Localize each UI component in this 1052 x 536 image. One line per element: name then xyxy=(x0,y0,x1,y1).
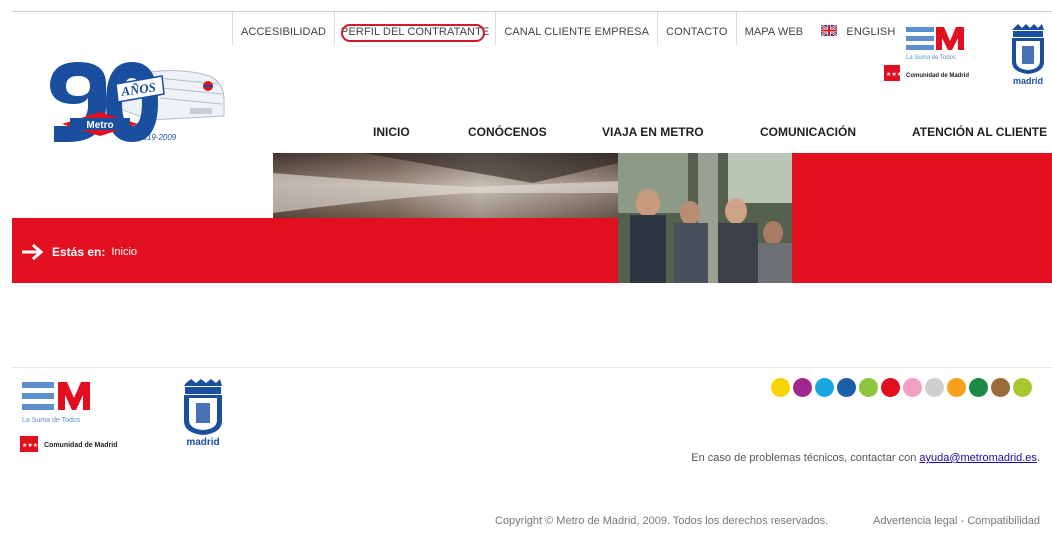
comunidad-madrid-logo[interactable]: La Suma de Todos ★★★ Comunidad de Madrid xyxy=(882,23,982,83)
line-color-dot[interactable] xyxy=(1013,378,1032,397)
tunnel-train-photo xyxy=(273,153,618,218)
uk-flag-icon xyxy=(821,25,838,36)
line-color-dot[interactable] xyxy=(925,378,944,397)
cm-name: Comunidad de Madrid xyxy=(906,73,969,79)
footer-cm-name: Comunidad de Madrid xyxy=(44,442,118,449)
line-color-dot[interactable] xyxy=(881,378,900,397)
line-color-dot[interactable] xyxy=(947,378,966,397)
footer-comunidad-madrid-logo[interactable]: La Suma de Todos ★★★ Comunidad de Madrid xyxy=(18,378,130,456)
ayuntamiento-madrid-logo[interactable]: madrid xyxy=(1008,22,1048,86)
legal-links[interactable]: Advertencia legal - Compatibilidad xyxy=(873,515,1040,527)
line-color-dot[interactable] xyxy=(991,378,1010,397)
util-perfil-contratante[interactable]: PERFIL DEL CONTRATANTE xyxy=(334,12,495,45)
footer-divider xyxy=(12,367,1052,368)
utility-nav: ACCESIBILIDAD PERFIL DEL CONTRATANTE CAN… xyxy=(232,12,903,45)
svg-text:★★★: ★★★ xyxy=(22,442,38,449)
technical-contact: En caso de problemas técnicos, contactar… xyxy=(691,452,1040,464)
line-color-dot[interactable] xyxy=(837,378,856,397)
nav-comunicacion[interactable]: COMUNICACIÓN xyxy=(760,125,856,139)
contact-end: . xyxy=(1036,452,1040,464)
util-contacto[interactable]: CONTACTO xyxy=(657,12,736,45)
line-color-dot[interactable] xyxy=(815,378,834,397)
breadcrumb-current[interactable]: Inicio xyxy=(111,246,137,258)
contact-email-link[interactable]: ayuda@metromadrid.es xyxy=(919,452,1037,464)
metro-line-colors xyxy=(771,378,1035,398)
nav-viaja-en-metro[interactable]: VIAJA EN METRO xyxy=(602,125,704,139)
highlight-circle xyxy=(341,24,486,42)
page: ACCESIBILIDAD PERFIL DEL CONTRATANTE CAN… xyxy=(0,0,1052,536)
arrow-right-icon xyxy=(22,243,44,261)
banner-red-block-top xyxy=(792,153,1052,218)
nav-inicio[interactable]: INICIO xyxy=(373,125,410,139)
nav-atencion-cliente[interactable]: ATENCIÓN AL CLIENTE xyxy=(912,125,1047,139)
banner-red-block-bottom xyxy=(792,218,1052,283)
footer-ayuntamiento-madrid-logo[interactable]: madrid xyxy=(180,377,226,447)
line-color-dot[interactable] xyxy=(903,378,922,397)
contact-text: En caso de problemas técnicos, contactar… xyxy=(691,452,917,464)
copyright-text: Copyright © Metro de Madrid, 2009. Todos… xyxy=(495,515,829,527)
line-color-dot[interactable] xyxy=(859,378,878,397)
passengers-photo xyxy=(618,153,792,283)
util-accesibilidad[interactable]: ACCESIBILIDAD xyxy=(232,12,334,45)
cm-tagline: La Suma de Todos xyxy=(906,55,956,61)
breadcrumb-label: Estás en: xyxy=(52,245,106,259)
line-color-dot[interactable] xyxy=(771,378,790,397)
line-color-dot[interactable] xyxy=(793,378,812,397)
footer-madrid-name: madrid xyxy=(186,437,219,447)
line-color-dot[interactable] xyxy=(969,378,988,397)
util-canal-cliente-empresa[interactable]: CANAL CLIENTE EMPRESA xyxy=(495,12,657,45)
svg-text:★★★: ★★★ xyxy=(886,71,902,78)
footer-cm-tagline: La Suma de Todos xyxy=(22,417,81,424)
madrid-name: madrid xyxy=(1013,76,1043,86)
main-nav: INICIO CONÓCENOS VIAJA EN METRO COMUNICA… xyxy=(0,125,1052,141)
util-mapa-web[interactable]: MAPA WEB xyxy=(735,12,812,45)
breadcrumb: Estás en: Inicio xyxy=(20,242,137,262)
nav-conocenos[interactable]: CONÓCENOS xyxy=(468,125,547,139)
